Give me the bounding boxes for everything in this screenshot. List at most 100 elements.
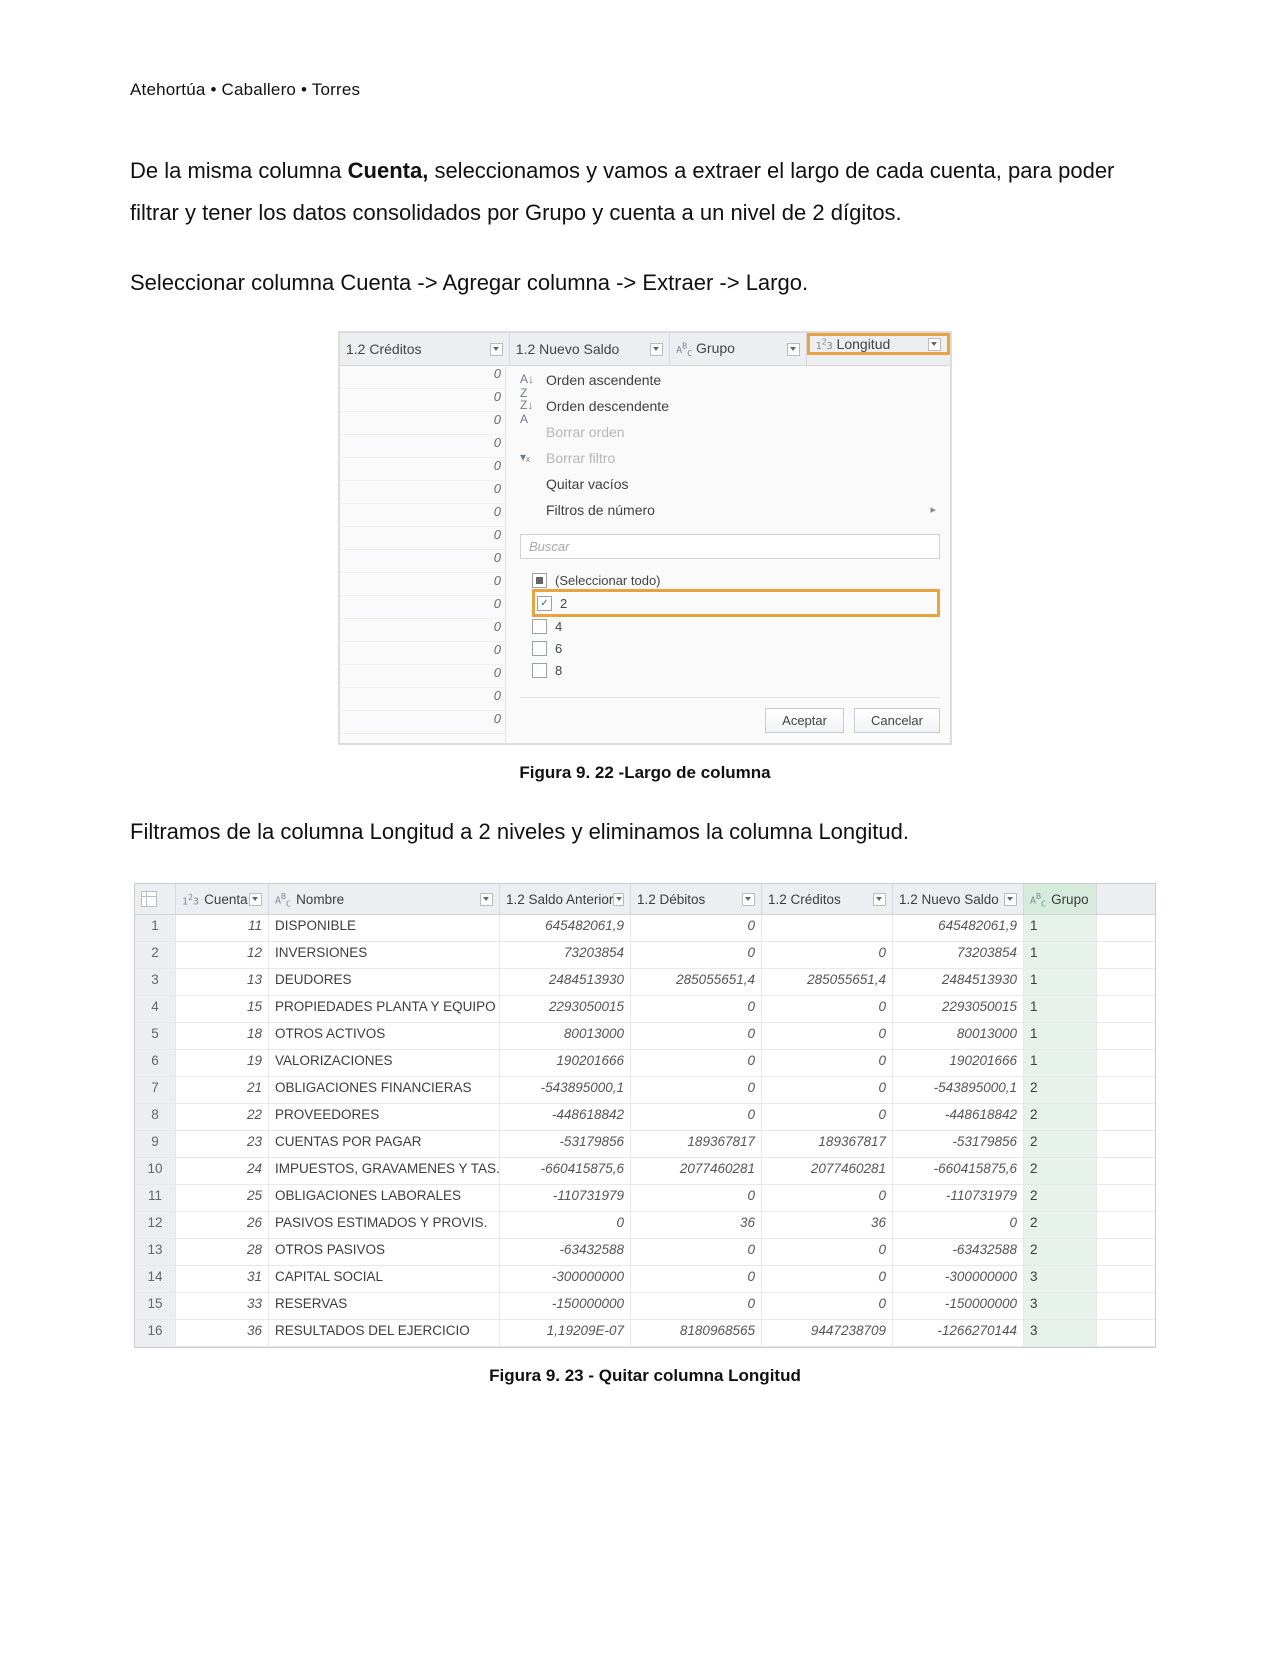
menu-clear-sort-label: Borrar orden	[546, 424, 625, 440]
chk-2[interactable]: 2	[532, 589, 940, 617]
col-creditos-label: 1.2 Créditos	[768, 892, 841, 907]
col-nuevo-saldo-label: 1.2 Nuevo Saldo	[899, 892, 999, 907]
type-number-icon: 123	[816, 341, 833, 352]
table-row[interactable]: 721OBLIGACIONES FINANCIERAS-543895000,10…	[135, 1077, 1155, 1104]
col-grupo[interactable]: ABC Grupo	[670, 333, 807, 365]
col-debitos[interactable]: 1.2 Débitos	[631, 884, 762, 914]
col-creditos[interactable]: 1.2 Créditos	[340, 333, 510, 365]
dropdown-icon[interactable]	[480, 893, 493, 906]
row-number: 15	[135, 1293, 176, 1319]
cell-value: 0	[340, 619, 507, 642]
table-row[interactable]: 1024IMPUESTOS, GRAVAMENES Y TAS...-66041…	[135, 1158, 1155, 1185]
col-saldo-anterior[interactable]: 1.2 Saldo Anterior	[500, 884, 631, 914]
chk-select-all[interactable]: (Seleccionar todo)	[532, 569, 940, 591]
accept-button[interactable]: Aceptar	[765, 708, 844, 733]
cell-nombre: DEUDORES	[269, 969, 500, 995]
cancel-button[interactable]: Cancelar	[854, 708, 940, 733]
cell-cuenta: 23	[176, 1131, 269, 1157]
table-row[interactable]: 1533RESERVAS-15000000000-1500000003	[135, 1293, 1155, 1320]
table-row[interactable]: 1125OBLIGACIONES LABORALES-11073197900-1…	[135, 1185, 1155, 1212]
col-cuenta[interactable]: 123 Cuenta	[176, 884, 269, 914]
dropdown-icon[interactable]	[650, 343, 663, 356]
col-grupo[interactable]: ABC Grupo	[1024, 884, 1097, 914]
cell-nuevo-saldo: -63432588	[893, 1239, 1024, 1265]
cell-value: 0	[340, 596, 507, 619]
cell-saldo-anterior: 190201666	[500, 1050, 631, 1076]
table-row[interactable]: 619VALORIZACIONES190201666001902016661	[135, 1050, 1155, 1077]
table-row[interactable]: 415PROPIEDADES PLANTA Y EQUIPO2293050015…	[135, 996, 1155, 1023]
cell-grupo: 2	[1024, 1104, 1097, 1130]
dropdown-icon[interactable]	[928, 338, 941, 351]
cell-saldo-anterior: 1,19209E-07	[500, 1320, 631, 1346]
table-row[interactable]: 111DISPONIBLE645482061,90645482061,91	[135, 915, 1155, 942]
cell-debitos: 36	[631, 1212, 762, 1238]
search-input[interactable]: Buscar	[520, 534, 940, 559]
cell-creditos	[762, 915, 893, 941]
dropdown-icon[interactable]	[249, 893, 262, 906]
menu-remove-empty[interactable]: Quitar vacíos	[520, 474, 940, 500]
table-row[interactable]: 822PROVEEDORES-44861884200-4486188422	[135, 1104, 1155, 1131]
cell-cuenta: 13	[176, 969, 269, 995]
cell-cuenta: 33	[176, 1293, 269, 1319]
cell-debitos: 0	[631, 1266, 762, 1292]
table-row[interactable]: 313DEUDORES2484513930285055651,428505565…	[135, 969, 1155, 996]
col-nombre-label: Nombre	[296, 892, 344, 907]
col-nuevo-saldo[interactable]: 1.2 Nuevo Saldo	[510, 333, 670, 365]
table-row[interactable]: 1636RESULTADOS DEL EJERCICIO1,19209E-078…	[135, 1320, 1155, 1347]
dropdown-icon[interactable]	[490, 343, 503, 356]
table-row[interactable]: 212INVERSIONES7320385400732038541	[135, 942, 1155, 969]
cell-saldo-anterior: 0	[500, 1212, 631, 1238]
menu-sort-desc[interactable]: Z↓AOrden descendente	[520, 396, 940, 422]
menu-number-filters[interactable]: Filtros de número	[520, 500, 940, 526]
cell-value: 0	[340, 481, 507, 504]
table-row[interactable]: 518OTROS ACTIVOS8001300000800130001	[135, 1023, 1155, 1050]
cell-grupo: 3	[1024, 1320, 1097, 1346]
cell-saldo-anterior: 80013000	[500, 1023, 631, 1049]
chk-select-all-label: (Seleccionar todo)	[555, 573, 661, 588]
cell-nuevo-saldo: 190201666	[893, 1050, 1024, 1076]
cell-debitos: 0	[631, 915, 762, 941]
chk-6[interactable]: 6	[532, 637, 940, 659]
cell-cuenta: 18	[176, 1023, 269, 1049]
table-row[interactable]: 1431CAPITAL SOCIAL-30000000000-300000000…	[135, 1266, 1155, 1293]
cell-cuenta: 21	[176, 1077, 269, 1103]
table-row[interactable]: 923CUENTAS POR PAGAR-5317985618936781718…	[135, 1131, 1155, 1158]
table-row[interactable]: 1226PASIVOS ESTIMADOS Y PROVIS.0363602	[135, 1212, 1155, 1239]
cell-saldo-anterior: -53179856	[500, 1131, 631, 1157]
cell-creditos: 0	[762, 1050, 893, 1076]
dropdown-icon[interactable]	[873, 893, 886, 906]
cell-cuenta: 19	[176, 1050, 269, 1076]
para1-bold: Cuenta,	[348, 158, 429, 183]
cell-nuevo-saldo: -660415875,6	[893, 1158, 1024, 1184]
cell-value: 0	[340, 642, 507, 665]
dropdown-icon[interactable]	[787, 343, 800, 356]
menu-sort-asc[interactable]: A↓ZOrden ascendente	[520, 370, 940, 396]
cell-nombre: OTROS ACTIVOS	[269, 1023, 500, 1049]
cell-grupo: 3	[1024, 1293, 1097, 1319]
fig23-header-row: 123 Cuenta ABC Nombre 1.2 Saldo Anterior…	[135, 884, 1155, 915]
cell-nombre: PROPIEDADES PLANTA Y EQUIPO	[269, 996, 500, 1022]
col-creditos[interactable]: 1.2 Créditos	[762, 884, 893, 914]
col-nombre[interactable]: ABC Nombre	[269, 884, 500, 914]
cell-grupo: 2	[1024, 1131, 1097, 1157]
cell-creditos: 285055651,4	[762, 969, 893, 995]
paragraph-2: Seleccionar columna Cuenta -> Agregar co…	[130, 262, 1160, 304]
col-nuevo-saldo[interactable]: 1.2 Nuevo Saldo	[893, 884, 1024, 914]
table-row[interactable]: 1328OTROS PASIVOS-6343258800-634325882	[135, 1239, 1155, 1266]
dropdown-icon[interactable]	[1004, 893, 1017, 906]
chk-6-label: 6	[555, 641, 562, 656]
cell-nombre: OTROS PASIVOS	[269, 1239, 500, 1265]
cell-grupo: 2	[1024, 1077, 1097, 1103]
cell-creditos: 2077460281	[762, 1158, 893, 1184]
cell-saldo-anterior: -543895000,1	[500, 1077, 631, 1103]
row-number: 3	[135, 969, 176, 995]
cell-nombre: CUENTAS POR PAGAR	[269, 1131, 500, 1157]
dropdown-icon[interactable]	[613, 893, 624, 906]
cell-debitos: 0	[631, 1185, 762, 1211]
table-corner[interactable]	[135, 884, 176, 914]
dropdown-icon[interactable]	[742, 893, 755, 906]
chk-4[interactable]: 4	[532, 615, 940, 637]
chk-8[interactable]: 8	[532, 659, 940, 681]
col-longitud[interactable]: 123 Longitud	[807, 333, 950, 355]
cell-debitos: 0	[631, 1104, 762, 1130]
